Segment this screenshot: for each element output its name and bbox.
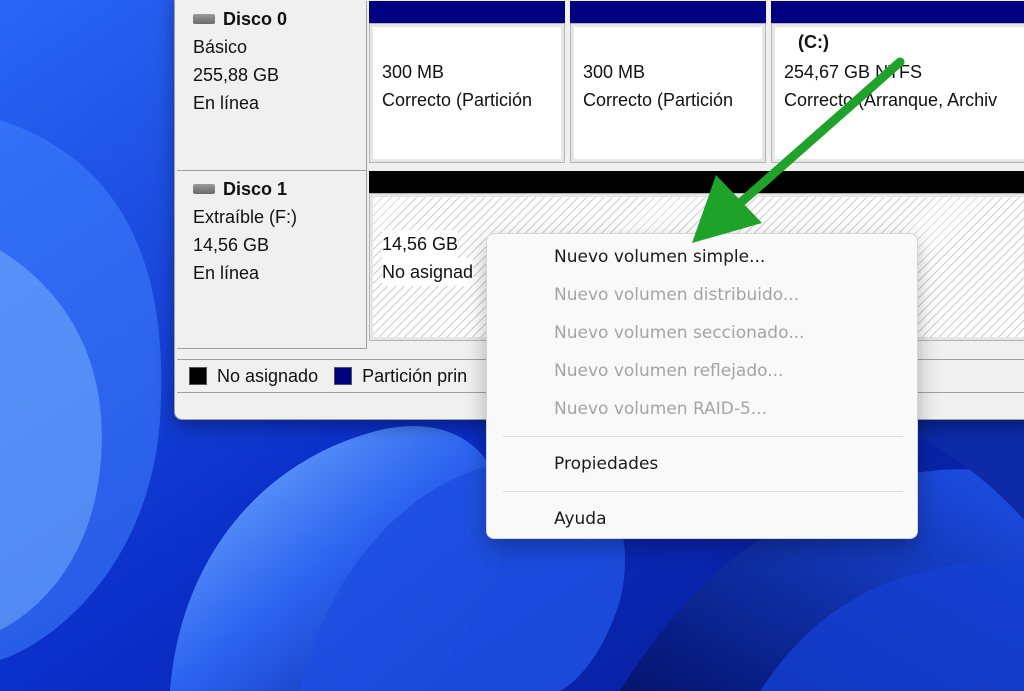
partition-status: No asignad [382,258,474,286]
menu-help[interactable]: Ayuda [487,500,917,538]
disk-0-panel[interactable]: Disco 0 Básico 255,88 GB En línea [177,1,367,171]
menu-new-mirrored-volume[interactable]: Nuevo volumen reflejado... [487,352,917,390]
partition-label: (C:) [794,28,833,56]
legend-unallocated: No asignado [217,365,319,386]
disk-0-size: 255,88 GB [193,65,280,85]
menu-properties[interactable]: Propiedades [487,445,917,483]
disk-0-name: Disco 0 [193,5,366,33]
partition-status: Correcto (Partición [583,90,734,110]
disk-1-type: Extraíble (F:) [193,207,298,227]
menu-new-simple-volume[interactable]: Nuevo volumen simple... [487,238,917,276]
disk-0-status: En línea [193,93,260,113]
partition-status: Correcto (Partición [382,90,533,110]
disk-1-size: 14,56 GB [193,235,270,255]
legend-primary: Partición prin [362,365,468,386]
partition-size: 14,56 GB [382,230,459,258]
disk-0-partitions: 300 MB Correcto (Partición 300 MB Correc… [369,1,1024,171]
unallocated-swatch [189,367,207,385]
disk-1-name: Disco 1 [193,175,366,203]
partition-bar [570,1,766,23]
unallocated-bar [369,171,1024,193]
disk-1-panel[interactable]: Disco 1 Extraíble (F:) 14,56 GB En línea [177,171,367,349]
disk-0-type: Básico [193,37,248,57]
partition-c[interactable]: (C:) 254,67 GB NTFS Correcto (Arranque, … [771,23,1024,163]
partition-0-1[interactable]: 300 MB Correcto (Partición [369,23,565,163]
partition-size: 300 MB [583,62,646,82]
menu-separator [503,491,903,492]
primary-swatch [334,367,353,385]
disk-icon [193,14,215,24]
menu-new-raid5-volume[interactable]: Nuevo volumen RAID-5... [487,390,917,428]
context-menu: Nuevo volumen simple... Nuevo volumen di… [486,233,918,539]
menu-new-striped-volume[interactable]: Nuevo volumen seccionado... [487,314,917,352]
disk-icon [193,184,215,194]
partition-bar [369,1,565,23]
partition-size: 300 MB [382,62,445,82]
partition-0-2[interactable]: 300 MB Correcto (Partición [570,23,766,163]
partition-bar [771,1,1024,23]
menu-new-spanned-volume[interactable]: Nuevo volumen distribuido... [487,276,917,314]
menu-separator [503,436,903,437]
disk-1-status: En línea [193,263,260,283]
partition-size: 254,67 GB NTFS [784,62,923,82]
partition-status: Correcto (Arranque, Archiv [784,90,998,110]
